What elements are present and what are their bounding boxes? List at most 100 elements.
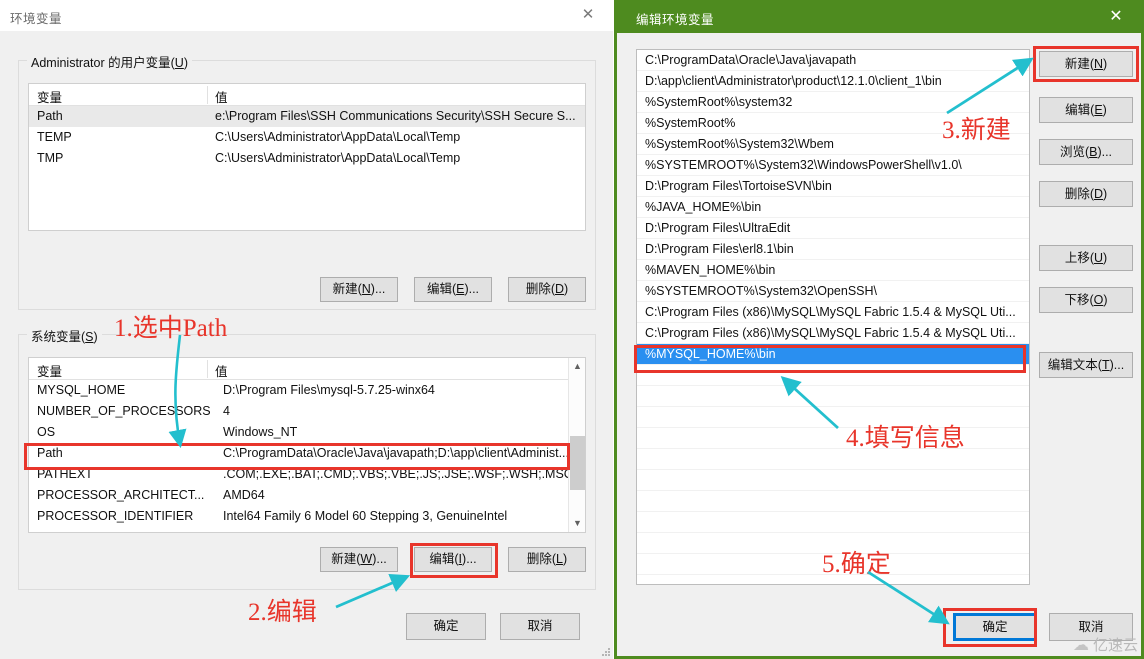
user-table-header: 变量 值 — [29, 84, 585, 106]
path-new-button[interactable]: 新建(N) — [1039, 51, 1133, 77]
list-item-empty[interactable] — [637, 449, 1029, 470]
list-item[interactable]: %MAVEN_HOME%\bin — [637, 260, 1029, 281]
path-edit-button[interactable]: 编辑(E) — [1039, 97, 1133, 123]
left-dialog-body: Administrator 的用户变量(U) 变量 值 Path e:\Progr… — [0, 31, 613, 659]
left-cancel-button[interactable]: 取消 — [500, 613, 580, 640]
table-row[interactable]: TMP C:\Users\Administrator\AppData\Local\… — [29, 148, 585, 169]
list-item[interactable]: %MYSQL_HOME%\bin — [637, 344, 1029, 365]
close-icon[interactable]: ✕ — [569, 2, 607, 28]
variable-value: Windows_NT — [223, 425, 298, 439]
variable-name: PROCESSOR_ARCHITECT... — [37, 488, 205, 502]
list-item-empty[interactable] — [637, 512, 1029, 533]
user-edit-button[interactable]: 编辑(E)... — [414, 277, 492, 302]
annotation-1: 1.选中Path — [114, 315, 228, 342]
table-row[interactable]: NUMBER_OF_PROCESSORS 4 — [29, 401, 585, 422]
list-item-empty[interactable] — [637, 470, 1029, 491]
left-dialog-title: 环境变量 — [10, 12, 63, 26]
list-item[interactable]: C:\Program Files (x86)\MySQL\MySQL Fabri… — [637, 323, 1029, 344]
variable-name: PROCESSOR_IDENTIFIER — [37, 509, 194, 523]
variable-name: OS — [37, 425, 56, 439]
system-table-rows: MYSQL_HOME D:\Program Files\mysql-5.7.25-… — [29, 380, 585, 527]
variable-name: MYSQL_HOME — [37, 383, 126, 397]
list-item[interactable]: %JAVA_HOME%\bin — [637, 197, 1029, 218]
variable-name: TMP — [37, 151, 64, 165]
environment-variables-dialog: 环境变量 ✕ Administrator 的用户变量(U) 变量 值 Path e… — [0, 0, 613, 659]
list-item-empty[interactable] — [637, 386, 1029, 407]
watermark-text: 亿速云 — [1092, 637, 1138, 654]
variable-name: TEMP — [37, 130, 72, 144]
list-item-empty[interactable] — [637, 491, 1029, 512]
scroll-up-icon[interactable]: ▲ — [569, 358, 585, 375]
table-row[interactable]: Path e:\Program Files\SSH Communications … — [29, 106, 585, 127]
system-edit-button[interactable]: 编辑(I)... — [414, 547, 492, 572]
cloud-icon: ☁ — [1072, 636, 1089, 654]
system-variables-group-label: 系统变量(S) — [27, 326, 102, 345]
table-row[interactable]: PROCESSOR_IDENTIFIER Intel64 Family 6 Mod… — [29, 506, 585, 527]
screen-root: 环境变量 ✕ Administrator 的用户变量(U) 变量 值 Path e… — [0, 0, 1144, 659]
right-ok-button[interactable]: 确定 — [953, 613, 1037, 641]
list-item[interactable]: %SYSTEMROOT%\System32\OpenSSH\ — [637, 281, 1029, 302]
left-dialog-titlebar: 环境变量 ✕ — [0, 0, 613, 31]
list-item[interactable]: D:\Program Files\TortoiseSVN\bin — [637, 176, 1029, 197]
table-row[interactable]: PROCESSOR_ARCHITECT... AMD64 — [29, 485, 585, 506]
system-table-header: 变量 值 — [29, 358, 585, 380]
system-table-header-value: 值 — [215, 365, 228, 379]
system-table-scrollbar[interactable]: ▲ ▼ — [568, 358, 585, 532]
user-table-rows: Path e:\Program Files\SSH Communications … — [29, 106, 585, 169]
table-row[interactable]: OS Windows_NT — [29, 422, 585, 443]
variable-value: AMD64 — [223, 488, 265, 502]
user-variables-group-label: Administrator 的用户变量(U) — [27, 52, 192, 71]
system-new-button[interactable]: 新建(W)... — [320, 547, 398, 572]
list-item-empty[interactable] — [637, 407, 1029, 428]
variable-name: Path — [37, 109, 63, 123]
system-table-header-name: 变量 — [37, 365, 63, 379]
annotation-3: 3.新建 — [942, 117, 1011, 144]
list-item[interactable]: D:\app\client\Administrator\product\12.1… — [637, 71, 1029, 92]
user-delete-button[interactable]: 删除(D) — [508, 277, 586, 302]
path-edit-text-button[interactable]: 编辑文本(T)... — [1039, 352, 1133, 378]
system-delete-button[interactable]: 删除(L) — [508, 547, 586, 572]
path-delete-button[interactable]: 删除(D) — [1039, 181, 1133, 207]
annotation-4: 4.填写信息 — [846, 425, 965, 452]
user-variables-table[interactable]: 变量 值 Path e:\Program Files\SSH Communicat… — [28, 83, 586, 231]
variable-value: C:\ProgramData\Oracle\Java\javapath;D:\a… — [223, 446, 569, 460]
variable-value: C:\Users\Administrator\AppData\Local\Tem… — [215, 151, 461, 165]
variable-value: D:\Program Files\mysql-5.7.25-winx64 — [223, 383, 435, 397]
path-move-up-button[interactable]: 上移(U) — [1039, 245, 1133, 271]
list-item[interactable]: D:\Program Files\UltraEdit — [637, 218, 1029, 239]
left-ok-button[interactable]: 确定 — [406, 613, 486, 640]
user-new-button[interactable]: 新建(N)... — [320, 277, 398, 302]
table-row[interactable]: Path C:\ProgramData\Oracle\Java\javapath;… — [29, 443, 585, 464]
list-item[interactable]: D:\Program Files\erl8.1\bin — [637, 239, 1029, 260]
variable-value: Intel64 Family 6 Model 60 Stepping 3, Ge… — [223, 509, 508, 523]
close-icon[interactable]: ✕ — [1096, 4, 1136, 29]
system-variables-table[interactable]: 变量 值 MYSQL_HOME D:\Program Files\mysql-5.… — [28, 357, 586, 533]
user-table-header-name: 变量 — [37, 91, 63, 105]
annotation-2: 2.编辑 — [248, 599, 317, 626]
scroll-down-icon[interactable]: ▼ — [569, 515, 585, 532]
list-item-empty[interactable] — [637, 428, 1029, 449]
path-browse-button[interactable]: 浏览(B)... — [1039, 139, 1133, 165]
watermark: ☁ 亿速云 — [1073, 634, 1138, 655]
column-divider — [207, 360, 208, 378]
list-item-empty[interactable] — [637, 365, 1029, 386]
variable-value: .COM;.EXE;.BAT;.CMD;.VBS;.VBE;.JS;.JSE;.… — [223, 467, 573, 481]
resize-grip[interactable] — [602, 648, 611, 657]
right-dialog-titlebar: 编辑环境变量 ✕ — [614, 0, 1144, 33]
user-table-header-value: 值 — [215, 91, 228, 105]
list-item[interactable]: %SYSTEMROOT%\System32\WindowsPowerShell\… — [637, 155, 1029, 176]
table-row[interactable]: PATHEXT .COM;.EXE;.BAT;.CMD;.VBS;.VBE;.JS… — [29, 464, 585, 485]
list-item[interactable]: C:\ProgramData\Oracle\Java\javapath — [637, 50, 1029, 71]
annotation-5: 5.确定 — [822, 551, 891, 578]
scrollbar-thumb[interactable] — [570, 436, 585, 490]
list-item[interactable]: C:\Program Files (x86)\MySQL\MySQL Fabri… — [637, 302, 1029, 323]
table-row[interactable]: TEMP C:\Users\Administrator\AppData\Local… — [29, 127, 585, 148]
column-divider — [207, 86, 208, 104]
variable-value: C:\Users\Administrator\AppData\Local\Tem… — [215, 130, 461, 144]
table-row[interactable]: MYSQL_HOME D:\Program Files\mysql-5.7.25-… — [29, 380, 585, 401]
path-move-down-button[interactable]: 下移(O) — [1039, 287, 1133, 313]
right-dialog-title: 编辑环境变量 — [636, 13, 715, 27]
variable-name: PATHEXT — [37, 467, 93, 481]
variable-name: Path — [37, 446, 63, 460]
variable-name: NUMBER_OF_PROCESSORS — [37, 404, 211, 418]
